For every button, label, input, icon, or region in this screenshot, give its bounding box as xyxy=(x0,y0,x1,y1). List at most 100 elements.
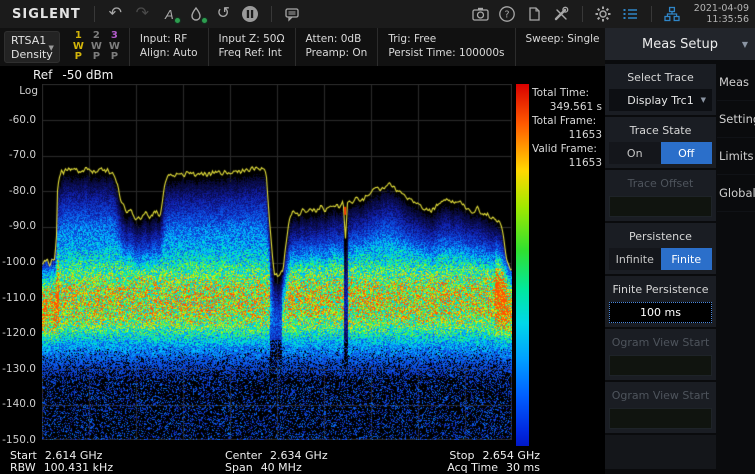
trace-state-section: Trace State On Off xyxy=(605,117,716,168)
y-tick-label: -130.0 xyxy=(2,363,36,375)
preset-restart-icon: ↺ xyxy=(217,6,230,22)
toolbar-divider xyxy=(651,6,652,22)
rbw-value: 100.431 kHz xyxy=(44,461,113,474)
stat-label: Total Time: xyxy=(532,86,603,100)
tab-setting[interactable]: Setting xyxy=(717,101,755,138)
ogram-view-start-input-2[interactable] xyxy=(609,408,712,429)
stat-label: Valid Frame: xyxy=(532,142,603,156)
freq-ref-setting: Freq Ref: Int xyxy=(219,46,285,60)
stat-label: Total Frame: xyxy=(532,114,603,128)
ogram-view-start-section-1: Ogram View Start xyxy=(605,329,716,380)
acquisition-stats: Total Time: 349.561 s Total Frame: 11653… xyxy=(532,86,603,170)
menu-title: Meas Setup xyxy=(642,37,718,52)
mode-select-dropdown[interactable]: RTSA1 Density ▼ xyxy=(4,31,60,63)
mode-view: Density xyxy=(11,48,53,62)
auto-tune-status-dot xyxy=(174,17,181,24)
settings-bar: RTSA1 Density ▼ 1 W P 2 W P 3 W P Input:… xyxy=(0,28,605,66)
trace-number: 1 xyxy=(73,31,84,42)
redo-button[interactable]: ↷ xyxy=(129,2,156,26)
trace-offset-label: Trace Offset xyxy=(608,173,713,195)
y-tick-label: -150.0 xyxy=(2,434,36,446)
siglent-logo: SIGLENT xyxy=(12,7,81,22)
auto-tune-icon: A xyxy=(165,8,174,21)
total-time-stat: Total Time: 349.561 s xyxy=(532,86,603,114)
tab-global[interactable]: Global xyxy=(717,175,755,212)
tab-meas[interactable]: Meas xyxy=(717,64,755,101)
menu-list-button[interactable] xyxy=(617,2,644,26)
preset-button[interactable]: ↺ xyxy=(210,2,237,26)
rtsa-application-window: SIGLENT ↶ ↷ A ↺ xyxy=(0,0,755,474)
undo-button[interactable]: ↶ xyxy=(102,2,129,26)
pause-icon xyxy=(241,5,259,23)
trace-detector: P xyxy=(73,52,84,63)
trace-1-indicator[interactable]: 1 W P xyxy=(73,31,84,66)
trig-persist-readout: Trig: Free Persist Time: 100000s xyxy=(378,28,515,66)
file-manager-button[interactable] xyxy=(521,2,548,26)
persistence-toggle: Infinite Finite xyxy=(609,248,712,270)
chevron-down-icon: ▼ xyxy=(701,96,706,104)
persistence-finite-option[interactable]: Finite xyxy=(661,248,713,270)
start-rbw-readout: Start2.614 GHz RBW100.431 kHz xyxy=(10,450,113,474)
annotation-button[interactable] xyxy=(279,2,306,26)
y-tick-label: -140.0 xyxy=(2,398,36,410)
persistence-label: Persistence xyxy=(608,226,713,248)
list-icon xyxy=(621,5,639,23)
help-button[interactable]: ? xyxy=(494,2,521,26)
svg-text:?: ? xyxy=(505,9,510,20)
input-z-setting: Input Z: 50Ω xyxy=(219,32,285,46)
rbw-label: RBW xyxy=(10,461,36,474)
density-colorbar xyxy=(516,84,529,446)
y-tick-label: -80.0 xyxy=(9,185,36,197)
network-button[interactable] xyxy=(659,2,686,26)
trace-indicator-block: 1 W P 2 W P 3 W P xyxy=(64,28,130,66)
trace-state-on-option[interactable]: On xyxy=(609,142,661,164)
acq-time-label: Acq Time xyxy=(447,461,498,474)
help-icon: ? xyxy=(498,5,516,23)
marker-status-dot xyxy=(201,17,208,24)
pause-button[interactable] xyxy=(237,2,264,26)
chevron-down-icon: ▼ xyxy=(48,44,53,52)
preamp-setting: Preamp: On xyxy=(306,46,368,60)
stat-value: 349.561 s xyxy=(532,100,603,114)
ogram-view-start-section-2: Ogram View Start xyxy=(605,382,716,433)
gear-icon xyxy=(594,5,612,23)
trace-offset-section: Trace Offset xyxy=(605,170,716,221)
trace-number: 2 xyxy=(91,31,102,42)
span-label: Span xyxy=(225,461,253,474)
trace-state-off-option[interactable]: Off xyxy=(661,142,713,164)
marker-button[interactable] xyxy=(183,2,210,26)
settings-button[interactable] xyxy=(590,2,617,26)
mode-name: RTSA1 xyxy=(11,34,53,48)
screenshot-button[interactable] xyxy=(467,2,494,26)
ogram-view-start-input-1[interactable] xyxy=(609,355,712,376)
select-trace-dropdown[interactable]: Display Trc1 ▼ xyxy=(609,89,712,111)
finite-persistence-input[interactable]: 100 ms xyxy=(609,302,712,323)
trace-state-label: Trace State xyxy=(608,120,713,142)
trace-2-indicator[interactable]: 2 W P xyxy=(91,31,102,66)
select-trace-value: Display Trc1 xyxy=(627,94,693,107)
atten-setting: Atten: 0dB xyxy=(306,32,368,46)
ref-value: -50 dBm xyxy=(62,68,113,82)
message-icon xyxy=(283,5,301,23)
file-icon xyxy=(525,5,543,23)
trace-3-indicator[interactable]: 3 W P xyxy=(109,31,120,66)
redo-icon: ↷ xyxy=(136,6,149,22)
menu-title-dropdown[interactable]: Meas Setup ▼ xyxy=(605,28,755,62)
trace-detector: P xyxy=(91,52,102,63)
datetime-display: 2021-04-09 11:35:56 xyxy=(694,3,749,25)
ref-label: Ref xyxy=(33,68,52,82)
finite-persistence-label: Finite Persistence xyxy=(608,279,713,301)
utilities-button[interactable] xyxy=(548,2,575,26)
trace-offset-input[interactable] xyxy=(609,196,712,217)
align-setting: Align: Auto xyxy=(140,46,198,60)
persistence-infinite-option[interactable]: Infinite xyxy=(609,248,661,270)
spectrum-canvas xyxy=(42,84,512,440)
tools-icon xyxy=(552,5,570,23)
trig-setting: Trig: Free xyxy=(388,32,504,46)
frequency-status-bar: Start2.614 GHz RBW100.431 kHz Center2.63… xyxy=(0,448,605,474)
y-tick-label: -60.0 xyxy=(9,114,36,126)
tab-limits[interactable]: Limits xyxy=(717,138,755,175)
auto-tune-button[interactable]: A xyxy=(156,2,183,26)
select-trace-label: Select Trace xyxy=(608,67,713,89)
input-setting: Input: RF xyxy=(140,32,198,46)
